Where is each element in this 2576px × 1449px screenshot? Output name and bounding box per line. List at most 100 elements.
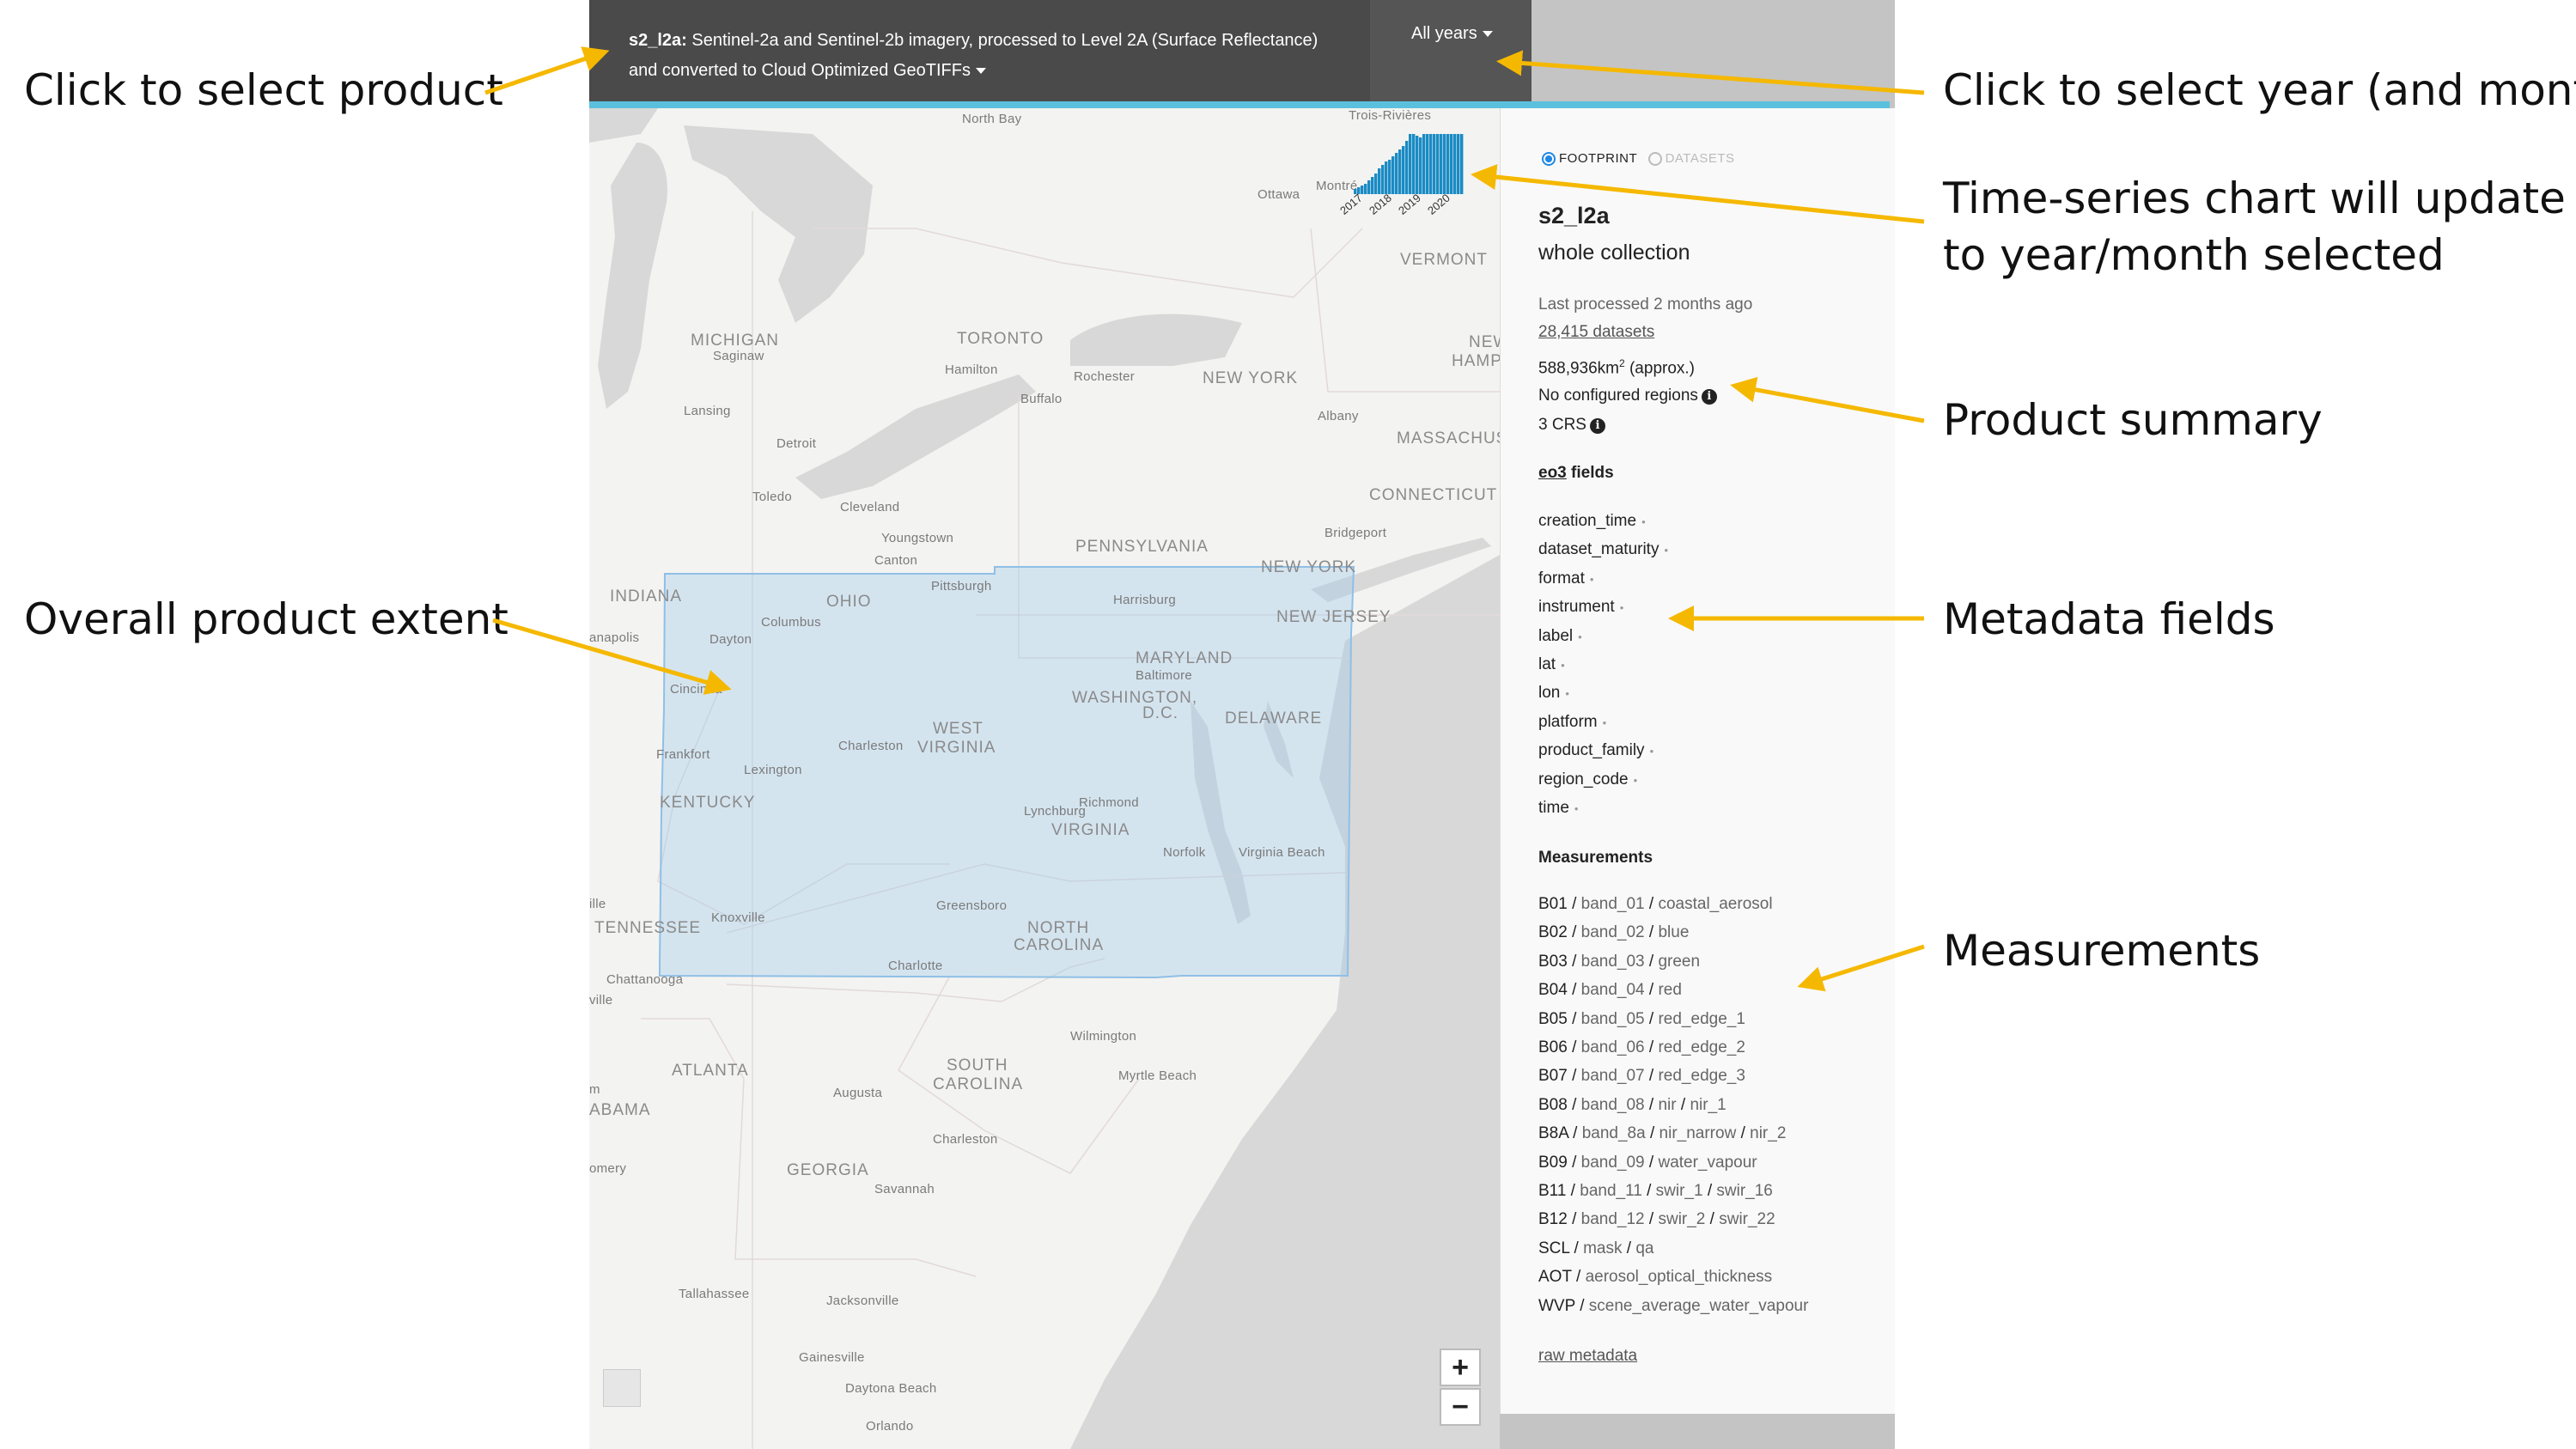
timeseries-bar[interactable] bbox=[1385, 161, 1388, 194]
alias-separator: / bbox=[1641, 1182, 1656, 1200]
timeseries-bar[interactable] bbox=[1381, 165, 1385, 194]
measurement-alias: qa bbox=[1635, 1239, 1654, 1257]
timeseries-bar[interactable] bbox=[1433, 134, 1436, 194]
map-label: Bridgeport bbox=[1325, 526, 1387, 540]
timeseries-bar[interactable] bbox=[1460, 134, 1464, 194]
metadata-field[interactable]: platform • bbox=[1538, 713, 1606, 732]
product-area: 588,936km2 (approx.) bbox=[1538, 357, 1695, 378]
timeseries-bar[interactable] bbox=[1446, 134, 1450, 194]
alias-separator: / bbox=[1644, 952, 1659, 971]
timeseries-bar[interactable] bbox=[1405, 141, 1409, 194]
timeseries-bar[interactable] bbox=[1429, 134, 1433, 194]
timeseries-bar[interactable] bbox=[1371, 177, 1374, 194]
timeseries-bar[interactable] bbox=[1422, 134, 1426, 194]
metadata-field[interactable]: lat • bbox=[1538, 655, 1565, 674]
map[interactable]: North Bay Trois-Rivières Ottawa Montré V… bbox=[589, 108, 1500, 1449]
timeseries-bar[interactable] bbox=[1392, 156, 1395, 194]
timeseries-bar[interactable] bbox=[1412, 134, 1416, 194]
measurement-row: B02 / band_02 / blue bbox=[1538, 923, 1689, 942]
timeseries-bar[interactable] bbox=[1409, 134, 1412, 194]
view-option-datasets[interactable]: DATASETS bbox=[1647, 151, 1735, 167]
timeseries-bar[interactable] bbox=[1450, 134, 1453, 194]
metadata-field[interactable]: region_code • bbox=[1538, 770, 1637, 789]
metadata-field[interactable]: dataset_maturity • bbox=[1538, 540, 1668, 559]
map-label: Virginia Beach bbox=[1239, 845, 1325, 860]
timeseries-bar[interactable] bbox=[1398, 149, 1402, 194]
metadata-field-name: dataset_maturity bbox=[1538, 540, 1659, 559]
timeseries-bar[interactable] bbox=[1395, 153, 1398, 194]
timeseries-bar[interactable] bbox=[1388, 160, 1392, 194]
measurement-alias: blue bbox=[1658, 923, 1690, 942]
map-label: ATLANTA bbox=[672, 1062, 749, 1080]
map-label: MASSACHUSE bbox=[1397, 429, 1500, 447]
timeseries-bar[interactable] bbox=[1361, 186, 1364, 194]
annotation-product-extent: Overall product extent bbox=[24, 594, 509, 644]
map-label: NORTH bbox=[1027, 919, 1090, 937]
timeseries-bar[interactable] bbox=[1416, 136, 1419, 194]
measurement-alias: swir_2 bbox=[1658, 1210, 1706, 1229]
info-icon[interactable]: i bbox=[1589, 418, 1605, 434]
timeseries-bar[interactable] bbox=[1443, 134, 1446, 194]
metadata-field[interactable]: creation_time • bbox=[1538, 512, 1646, 531]
metadata-field[interactable]: product_family • bbox=[1538, 741, 1653, 760]
metadata-field-name: format bbox=[1538, 569, 1585, 588]
map-label: Saginaw bbox=[713, 349, 764, 363]
area-value: 588,936km bbox=[1538, 359, 1620, 378]
lake-huron bbox=[684, 125, 873, 323]
field-bullet-icon: • bbox=[1664, 544, 1669, 557]
timeseries-bar[interactable] bbox=[1419, 137, 1422, 194]
measurement-name: B04 bbox=[1538, 981, 1568, 1000]
timeseries-bar[interactable] bbox=[1374, 174, 1378, 194]
map-label: OHIO bbox=[826, 593, 872, 611]
map-label: Charleston bbox=[933, 1132, 998, 1147]
alias-separator: / bbox=[1702, 1182, 1717, 1200]
timeseries-bar[interactable] bbox=[1436, 134, 1440, 194]
timeseries-bar[interactable] bbox=[1402, 146, 1405, 194]
metadata-field[interactable]: lon • bbox=[1538, 684, 1569, 703]
zoom-out-button[interactable]: − bbox=[1440, 1388, 1481, 1426]
measurement-name: B02 bbox=[1538, 923, 1568, 942]
timeseries-bar[interactable] bbox=[1367, 180, 1371, 194]
raw-metadata-link[interactable]: raw metadata bbox=[1538, 1347, 1637, 1366]
area-approx: (approx.) bbox=[1624, 359, 1696, 378]
zoom-in-button[interactable]: + bbox=[1440, 1349, 1481, 1386]
metadata-field[interactable]: format • bbox=[1538, 569, 1593, 588]
product-description-1: Sentinel-2a and Sentinel-2b imagery, pro… bbox=[691, 31, 1318, 50]
metadata-field[interactable]: label • bbox=[1538, 627, 1582, 646]
metadata-field[interactable]: instrument • bbox=[1538, 598, 1623, 617]
metadata-field[interactable]: time • bbox=[1538, 799, 1578, 818]
timeseries-bar[interactable] bbox=[1440, 134, 1443, 194]
map-label: Richmond bbox=[1079, 795, 1139, 810]
measurement-row: WVP / scene_average_water_vapour bbox=[1538, 1297, 1808, 1316]
map-label: Tallahassee bbox=[679, 1287, 750, 1301]
map-label: Gainesville bbox=[799, 1350, 865, 1365]
alias-separator: / bbox=[1567, 1067, 1581, 1086]
lake-superior bbox=[589, 108, 658, 143]
regions-label: No configured regions bbox=[1538, 387, 1698, 405]
measurement-name: B12 bbox=[1538, 1210, 1568, 1229]
layer-toggle-button[interactable] bbox=[603, 1369, 641, 1407]
timeseries-bar[interactable] bbox=[1453, 134, 1457, 194]
timeseries-bar[interactable] bbox=[1457, 134, 1460, 194]
measurement-row: B08 / band_08 / nir / nir_1 bbox=[1538, 1096, 1726, 1115]
map-label: Ottawa bbox=[1258, 187, 1300, 202]
timeseries-bar[interactable] bbox=[1364, 184, 1367, 194]
info-icon[interactable]: i bbox=[1701, 389, 1717, 405]
alias-separator: / bbox=[1644, 1210, 1659, 1229]
product-selector[interactable]: s2_l2a: Sentinel-2a and Sentinel-2b imag… bbox=[591, 0, 1370, 101]
alias-separator: / bbox=[1567, 952, 1581, 971]
metadata-type-link[interactable]: eo3 bbox=[1538, 464, 1567, 482]
map-label: ille bbox=[589, 897, 606, 911]
alias-separator: / bbox=[1644, 981, 1659, 1000]
timeseries-chart[interactable]: 2017 2018 2019 2020 bbox=[1337, 134, 1483, 237]
view-option-footprint[interactable]: FOOTPRINT bbox=[1542, 151, 1637, 167]
measurement-row: SCL / mask / qa bbox=[1538, 1239, 1654, 1258]
map-label: m bbox=[589, 1082, 600, 1097]
lake-ontario bbox=[1070, 314, 1242, 366]
alias-separator: / bbox=[1571, 1268, 1586, 1287]
year-selector[interactable]: All years bbox=[1370, 0, 1532, 101]
datasets-link[interactable]: 28,415 datasets bbox=[1538, 323, 1654, 342]
timeseries-bar[interactable] bbox=[1378, 168, 1381, 194]
map-label: Baltimore bbox=[1136, 668, 1193, 683]
timeseries-bar[interactable] bbox=[1426, 134, 1429, 194]
